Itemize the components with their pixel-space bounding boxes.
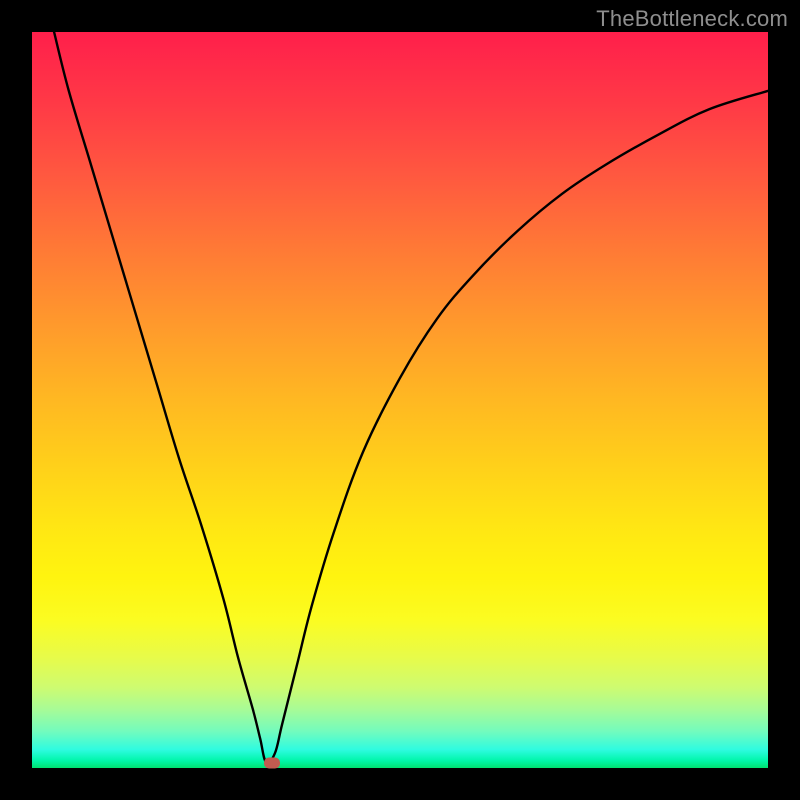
bottleneck-curve bbox=[32, 32, 768, 768]
chart-frame: TheBottleneck.com bbox=[0, 0, 800, 800]
watermark-text: TheBottleneck.com bbox=[596, 6, 788, 32]
plot-area bbox=[32, 32, 768, 768]
optimal-point-marker bbox=[264, 757, 280, 768]
